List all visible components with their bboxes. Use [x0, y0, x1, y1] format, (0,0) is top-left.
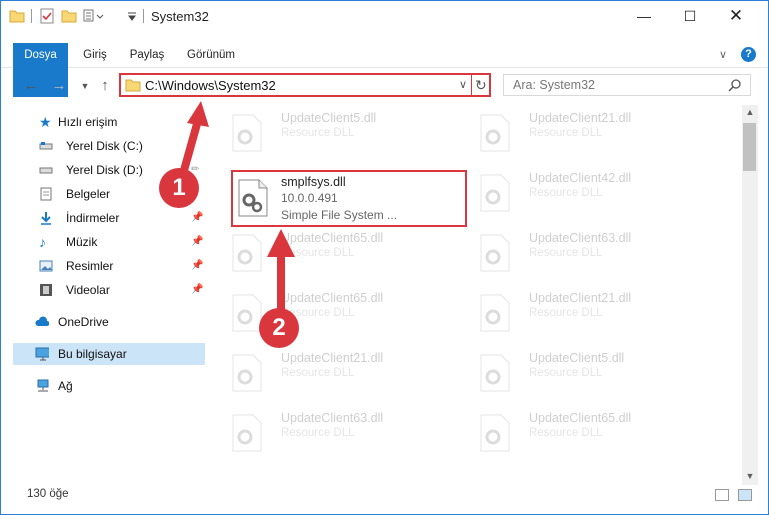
callout-1: 1 [159, 168, 199, 208]
explorer-window: System32 — ☐ ✕ Dosya Giriş Paylaş Görünü… [0, 0, 769, 515]
annotation-arrows [177, 101, 295, 319]
arrow-2 [267, 229, 295, 319]
callout-2: 2 [259, 308, 299, 348]
